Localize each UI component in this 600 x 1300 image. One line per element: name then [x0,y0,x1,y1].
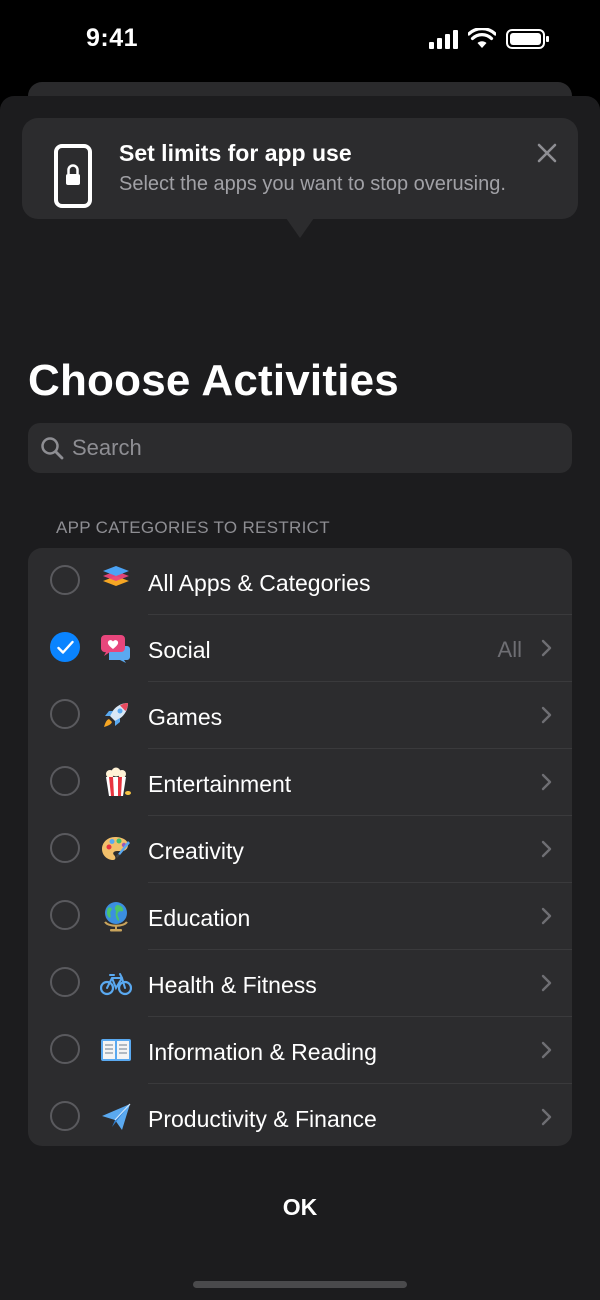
checkbox[interactable] [50,900,80,930]
status-bar: 9:41 [0,0,600,80]
chevron-right-icon [541,773,552,791]
checkbox[interactable] [50,967,80,997]
layers-icon [103,566,129,586]
category-row-information-reading[interactable]: Information & Reading [28,1017,572,1084]
category-row-creativity[interactable]: Creativity [28,816,572,883]
checkmark-icon [57,640,74,654]
chevron-right-icon [541,1108,552,1126]
category-label: All Apps & Categories [148,570,371,596]
category-row-games[interactable]: Games [28,682,572,749]
wifi-icon [468,28,496,48]
home-indicator [193,1281,407,1288]
category-row-entertainment[interactable]: Entertainment [28,749,572,816]
chevron-right-icon [541,974,552,992]
rocket-icon [104,703,128,727]
chevron-right-icon [541,907,552,925]
checkbox[interactable] [50,1034,80,1064]
category-label: Games [148,704,223,730]
search-icon [41,437,64,460]
category-label: Creativity [148,838,244,864]
book-icon [101,1039,131,1061]
checkbox[interactable] [50,699,80,729]
search-input[interactable] [72,423,552,473]
close-icon[interactable] [534,140,560,166]
category-row-all-apps[interactable]: All Apps & Categories [28,548,572,615]
category-label: Entertainment [148,771,292,797]
ok-button[interactable]: OK [250,1186,350,1226]
palette-icon [102,837,130,860]
battery-icon [506,29,549,49]
search-bar[interactable] [28,423,572,473]
section-header: APP CATEGORIES TO RESTRICT [56,518,330,537]
category-label: Education [148,905,251,931]
category-label: Social [148,637,211,663]
category-row-health-fitness[interactable]: Health & Fitness [28,950,572,1017]
checkbox[interactable] [50,565,80,595]
checkbox[interactable] [50,766,80,796]
checkbox-checked[interactable] [50,632,80,662]
category-detail: All [497,637,522,662]
chevron-right-icon [541,639,552,657]
page-title: Choose Activities [28,356,399,405]
phone-lock-icon [54,144,92,208]
bicycle-icon [100,973,132,996]
tip-popover: Set limits for app use Select the apps y… [22,118,578,219]
category-row-social[interactable]: Social All [28,615,572,682]
category-row-productivity-finance[interactable]: Productivity & Finance [28,1084,572,1146]
status-time: 9:41 [86,24,139,52]
chevron-right-icon [541,706,552,724]
checkbox[interactable] [50,833,80,863]
status-icons [429,28,550,50]
chevron-right-icon [541,1041,552,1059]
chevron-right-icon [541,840,552,858]
category-list: All Apps & Categories Social All Games E… [28,548,572,1146]
category-row-education[interactable]: Education [28,883,572,950]
globe-icon [104,902,128,932]
cellular-signal-icon [429,29,458,49]
paper-plane-icon [102,1103,131,1130]
category-label: Productivity & Finance [148,1106,377,1132]
tip-title: Set limits for app use [119,140,352,166]
tip-subtitle: Select the apps you want to stop overusi… [119,173,506,195]
screen: 9:41 Set limits for app use Select the a… [0,0,600,1300]
tip-arrow [286,218,314,238]
category-label: Health & Fitness [148,972,317,998]
popcorn-icon [106,767,131,796]
category-label: Information & Reading [148,1039,377,1065]
chat-heart-icon [100,635,130,663]
checkbox[interactable] [50,1101,80,1131]
